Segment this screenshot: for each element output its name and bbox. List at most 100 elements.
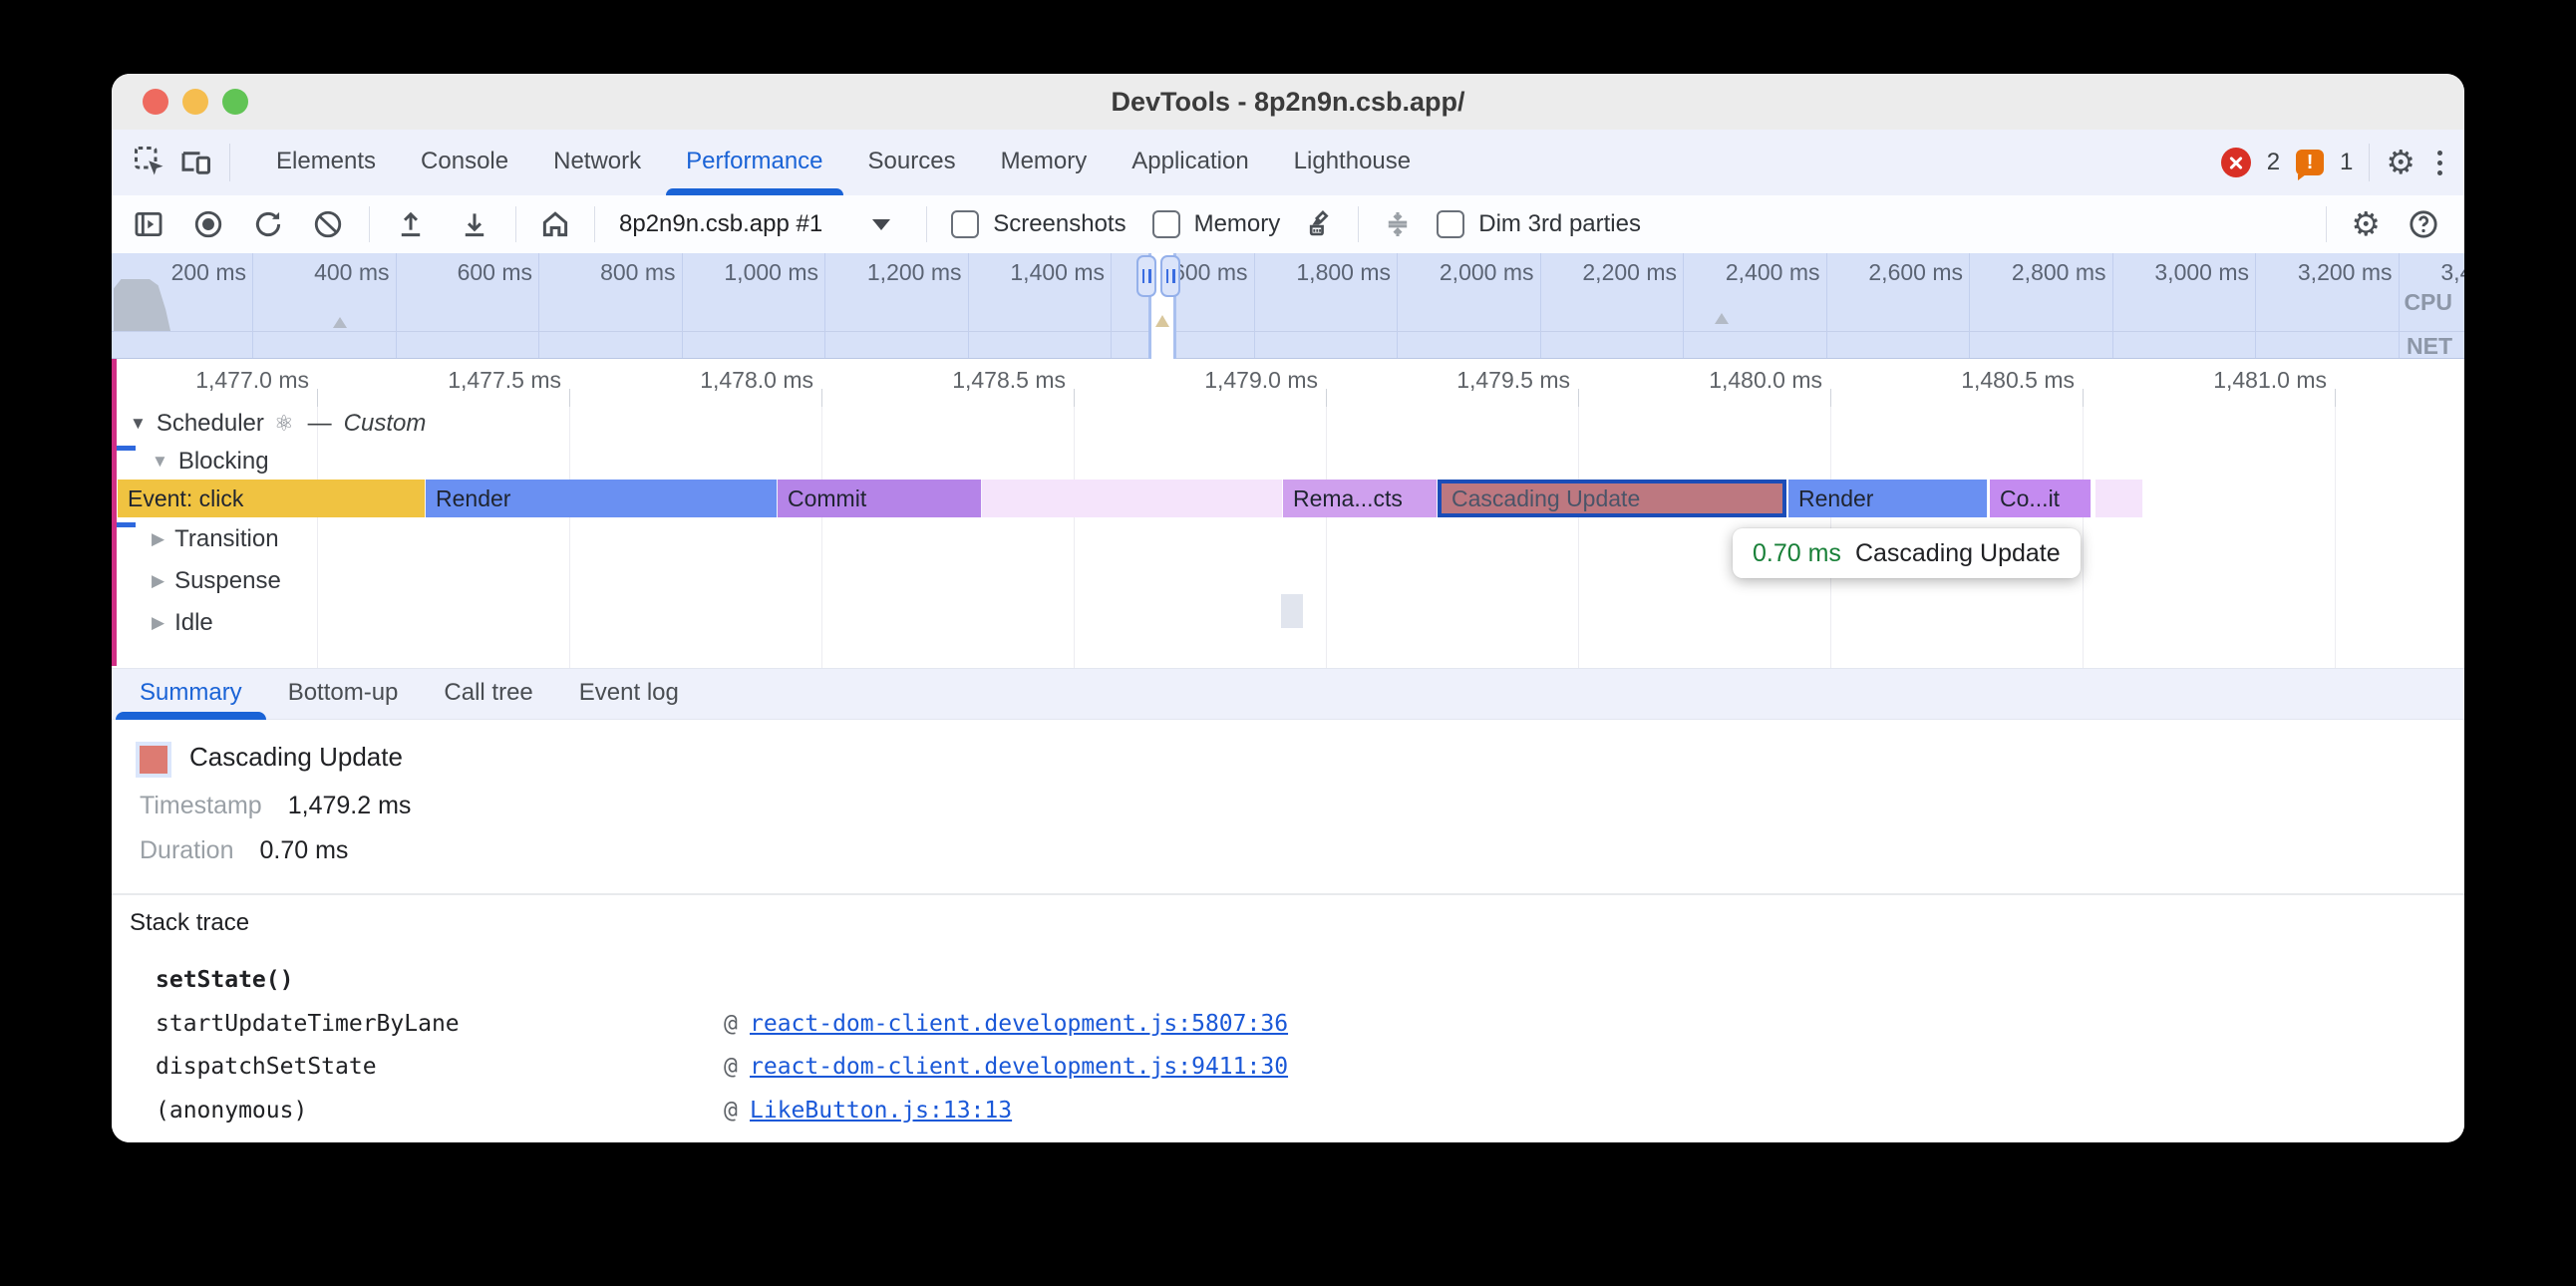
- track-header-scheduler[interactable]: ▼ Scheduler ⚛ — Custom: [130, 407, 426, 441]
- help-icon[interactable]: [2407, 207, 2440, 241]
- flame-bar-co-it[interactable]: Co...it: [1990, 480, 2092, 517]
- details-tab-summary[interactable]: Summary: [140, 668, 242, 720]
- kebab-menu-icon[interactable]: [2431, 151, 2448, 175]
- triangle-collapsed-icon[interactable]: ▶: [152, 529, 164, 549]
- overview-tick-label: 1,200 ms: [812, 259, 962, 286]
- triangle-collapsed-icon[interactable]: ▶: [152, 571, 164, 591]
- flamechart-gridline: [317, 407, 318, 668]
- clear-recording-icon[interactable]: [311, 207, 345, 241]
- stack-frame-source-link[interactable]: react-dom-client.development.js:9411:30: [750, 1054, 1288, 1080]
- dash-separator: —: [308, 410, 332, 438]
- timeline-overview[interactable]: 200 ms400 ms600 ms800 ms1,000 ms1,200 ms…: [112, 253, 2464, 359]
- overview-tick-label: 2,800 ms: [1957, 259, 2106, 286]
- details-tab-event-log[interactable]: Event log: [579, 668, 679, 720]
- flame-bar[interactable]: [982, 480, 1283, 517]
- stack-frame-at: @: [724, 1054, 750, 1080]
- warning-badge-icon[interactable]: [2296, 150, 2324, 175]
- lane-row-transition[interactable]: ▶ Transition: [152, 522, 279, 556]
- triangle-expanded-icon[interactable]: ▼: [130, 414, 147, 434]
- tab-performance[interactable]: Performance: [686, 130, 822, 195]
- download-profile-icon[interactable]: [458, 207, 491, 241]
- tab-application[interactable]: Application: [1131, 130, 1248, 195]
- tab-sources[interactable]: Sources: [868, 130, 956, 195]
- inspect-element-icon[interactable]: [132, 144, 167, 179]
- tab-memory[interactable]: Memory: [1001, 130, 1088, 195]
- target-selector-value: 8p2n9n.csb.app #1: [619, 210, 822, 238]
- lane-row-suspense[interactable]: ▶Suspense: [152, 564, 281, 598]
- record-icon[interactable]: [191, 207, 225, 241]
- event-color-swatch: [140, 746, 167, 774]
- flamechart-tooltip: 0.70 ms Cascading Update: [1733, 528, 2081, 578]
- collapse-sanity-icon[interactable]: [1381, 207, 1415, 241]
- overview-tick-label: 3,400 ms: [2386, 259, 2464, 286]
- tab-elements[interactable]: Elements: [276, 130, 376, 195]
- tab-lighthouse[interactable]: Lighthouse: [1294, 130, 1411, 195]
- overview-tick-label: 2,600 ms: [1813, 259, 1963, 286]
- flamechart-gridline: [2083, 407, 2084, 668]
- overview-tick-label: 600 ms: [383, 259, 532, 286]
- selection-left-handle[interactable]: [1136, 255, 1156, 297]
- ruler-tick-mark: [2335, 389, 2336, 407]
- scheduler-track-subtitle: Custom: [344, 410, 427, 438]
- device-toolbar-icon[interactable]: [177, 144, 213, 179]
- screenshots-checkbox[interactable]: [951, 210, 979, 238]
- divider: [594, 206, 595, 242]
- collect-garbage-icon[interactable]: [1302, 207, 1336, 241]
- ruler-tick-mark: [1830, 389, 1831, 407]
- flame-bar-rema-cts[interactable]: Rema...cts: [1283, 480, 1438, 517]
- flamechart-time-ruler: 1,477.0 ms1,477.5 ms1,478.0 ms1,478.5 ms…: [112, 359, 2464, 407]
- flame-bar-cascading-update[interactable]: Cascading Update: [1438, 480, 1786, 517]
- window-title: DevTools - 8p2n9n.csb.app/: [112, 74, 2464, 130]
- performance-toolbar: 8p2n9n.csb.app #1 Screenshots Memory: [112, 195, 2464, 254]
- reload-record-icon[interactable]: [251, 207, 285, 241]
- devtools-window: DevTools - 8p2n9n.csb.app/ Elements Conso…: [112, 74, 2464, 1142]
- selection-right-handle[interactable]: [1160, 255, 1180, 297]
- settings-gear-icon[interactable]: ⚙: [2386, 145, 2415, 180]
- flame-bar-event-click[interactable]: Event: click: [118, 480, 426, 517]
- overview-tick-label: 2,200 ms: [1527, 259, 1677, 286]
- tab-console[interactable]: Console: [421, 130, 508, 195]
- stack-frame: dispatchSetState@react-dom-client.develo…: [156, 1054, 1288, 1080]
- error-badge-icon[interactable]: [2221, 148, 2251, 177]
- target-selector-dropdown[interactable]: 8p2n9n.csb.app #1: [619, 210, 890, 238]
- upload-profile-icon[interactable]: [394, 207, 428, 241]
- flame-bar[interactable]: [2095, 480, 2143, 517]
- flamechart-area[interactable]: ▼ Scheduler ⚛ — Custom ▼ Blocking Event:…: [112, 407, 2464, 668]
- summary-row-value: 0.70 ms: [260, 836, 349, 865]
- capture-settings-gear-icon[interactable]: ⚙: [2351, 206, 2381, 242]
- lane-label: Transition: [174, 525, 278, 553]
- flame-bar-commit[interactable]: Commit: [778, 480, 982, 517]
- tooltip-title: Cascading Update: [1855, 539, 2061, 568]
- stack-frame-source-link[interactable]: react-dom-client.development.js:5807:36: [750, 1011, 1288, 1037]
- home-icon[interactable]: [538, 207, 572, 241]
- overview-tick-label: 400 ms: [240, 259, 390, 286]
- toggle-sidebar-icon[interactable]: [132, 207, 165, 241]
- flame-bar-render[interactable]: Render: [426, 480, 778, 517]
- ruler-tick-label: 1,479.0 ms: [1138, 367, 1318, 394]
- divider: [2326, 206, 2327, 242]
- lane-row-idle[interactable]: ▶Idle: [152, 606, 213, 640]
- triangle-expanded-icon[interactable]: ▼: [152, 452, 168, 472]
- window-titlebar: DevTools - 8p2n9n.csb.app/: [112, 74, 2464, 131]
- stack-frame-at: @: [724, 1098, 750, 1124]
- tab-network[interactable]: Network: [553, 130, 641, 195]
- stack-frame-at: @: [724, 1011, 750, 1037]
- stack-frame-source-link[interactable]: LikeButton.js:13:13: [750, 1098, 1012, 1124]
- flame-bar-render[interactable]: Render: [1788, 480, 1988, 517]
- lane-row-blocking[interactable]: ▼ Blocking: [152, 445, 269, 479]
- overview-marker-icon: [333, 317, 347, 328]
- dim-3rd-parties-label: Dim 3rd parties: [1478, 210, 1641, 238]
- flamechart-gridline: [821, 407, 822, 668]
- cpu-activity-chart: [114, 279, 175, 331]
- dim-3rd-parties-checkbox[interactable]: [1437, 210, 1464, 238]
- summary-row-label: Duration: [140, 836, 234, 865]
- flamechart-gridline: [1326, 407, 1327, 668]
- details-tab-bottom-up[interactable]: Bottom-up: [288, 668, 399, 720]
- memory-checkbox[interactable]: [1152, 210, 1180, 238]
- stack-frame-function: startUpdateTimerByLane: [156, 1011, 724, 1037]
- stack-frame: startUpdateTimerByLane@react-dom-client.…: [156, 1011, 1288, 1037]
- details-tab-call-tree[interactable]: Call tree: [444, 668, 532, 720]
- stack-frame-function: (anonymous): [156, 1098, 724, 1124]
- triangle-collapsed-icon[interactable]: ▶: [152, 613, 164, 633]
- stack-frame-function: dispatchSetState: [156, 1054, 724, 1080]
